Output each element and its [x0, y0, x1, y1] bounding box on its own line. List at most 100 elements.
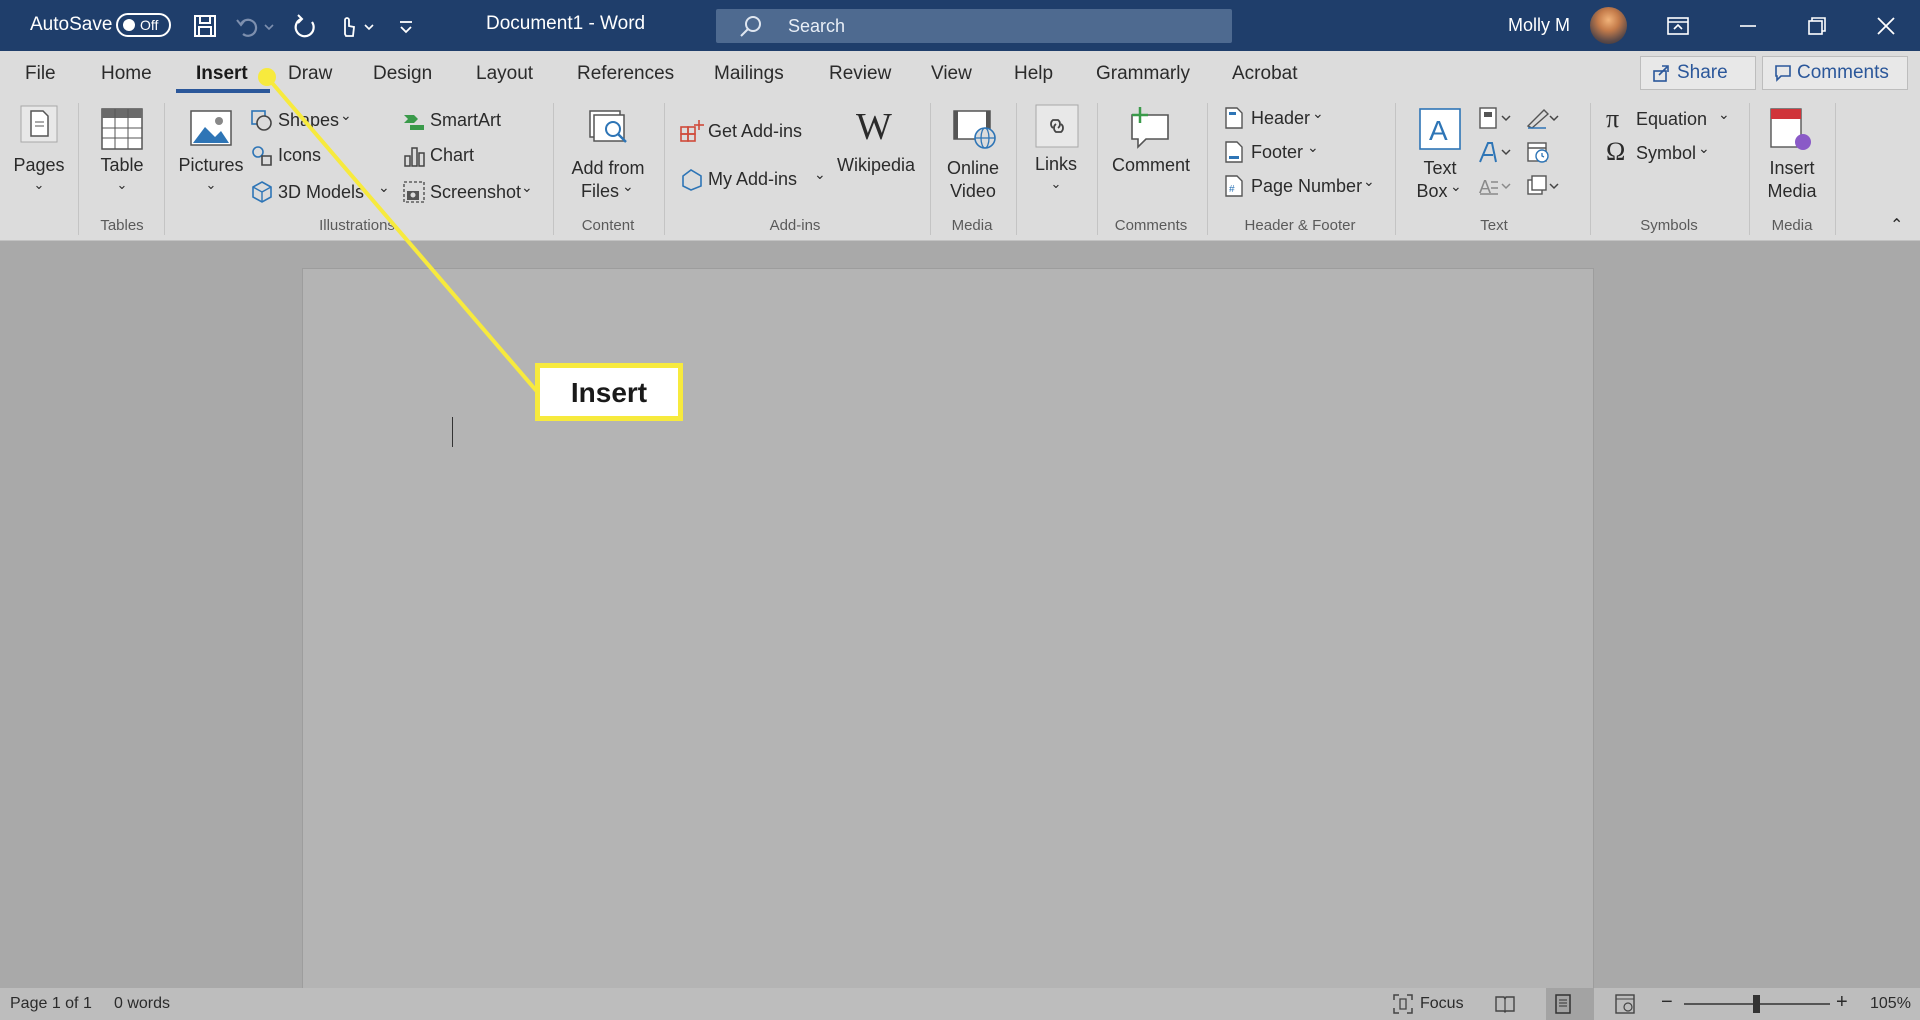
tab-design[interactable]: Design: [373, 63, 432, 85]
header-button[interactable]: Header: [1251, 108, 1310, 129]
page-number-button[interactable]: Page Number: [1251, 176, 1362, 197]
redo-icon[interactable]: [292, 12, 320, 40]
links-button[interactable]: Links: [1035, 154, 1077, 175]
shapes-dropdown-icon[interactable]: ⌄: [340, 107, 352, 124]
zoom-in-icon[interactable]: +: [1836, 991, 1848, 1014]
chart-button[interactable]: Chart: [430, 145, 474, 166]
tab-grammarly[interactable]: Grammarly: [1096, 63, 1190, 85]
pictures-dropdown-icon[interactable]: ⌄: [206, 177, 217, 193]
signature-line-icon[interactable]: [1526, 106, 1560, 130]
share-button[interactable]: Share: [1640, 56, 1756, 90]
tab-draw[interactable]: Draw: [288, 63, 332, 85]
table-dropdown-icon[interactable]: ⌄: [117, 177, 128, 193]
tab-file[interactable]: File: [25, 63, 56, 85]
read-mode-icon[interactable]: [1494, 993, 1516, 1015]
tab-view[interactable]: View: [931, 63, 972, 85]
screenshot-button[interactable]: Screenshot: [430, 182, 521, 203]
text-box-dropdown-icon[interactable]: ⌄: [1450, 178, 1462, 195]
comment-button[interactable]: Comment: [1112, 155, 1190, 176]
drop-cap-icon[interactable]: A: [1478, 174, 1512, 198]
tab-insert[interactable]: Insert: [196, 63, 248, 85]
touch-mode-icon[interactable]: [334, 12, 362, 40]
search-box[interactable]: Search: [716, 9, 1232, 43]
page-count[interactable]: Page 1 of 1: [10, 995, 92, 1013]
my-addins-button[interactable]: My Add-ins: [708, 169, 797, 190]
comment-icon[interactable]: [1126, 105, 1174, 151]
wikipedia-button[interactable]: Wikipedia: [837, 155, 915, 176]
page-number-dropdown-icon[interactable]: ⌄: [1363, 173, 1375, 190]
3d-models-button[interactable]: 3D Models: [278, 182, 364, 203]
equation-button[interactable]: Equation: [1636, 109, 1707, 130]
symbol-dropdown-icon[interactable]: ⌄: [1698, 140, 1710, 157]
table-icon[interactable]: [100, 107, 144, 151]
insert-media-icon[interactable]: [1765, 105, 1815, 155]
tab-references[interactable]: References: [577, 63, 674, 85]
online-video-label-2[interactable]: Video: [950, 181, 996, 202]
pictures-icon[interactable]: [189, 109, 233, 147]
footer-button[interactable]: Footer: [1251, 142, 1303, 163]
date-time-icon[interactable]: [1526, 140, 1552, 164]
comments-button[interactable]: Comments: [1762, 56, 1908, 90]
tab-help[interactable]: Help: [1014, 63, 1053, 85]
shapes-button[interactable]: Shapes: [278, 110, 339, 131]
add-from-files-label-1[interactable]: Add from: [571, 158, 644, 179]
object-icon[interactable]: [1526, 174, 1560, 198]
header-dropdown-icon[interactable]: ⌄: [1312, 105, 1324, 122]
text-box-label-1[interactable]: Text: [1423, 158, 1456, 179]
my-addins-dropdown-icon[interactable]: ⌄: [814, 166, 826, 183]
ribbon-display-options-icon[interactable]: [1664, 12, 1692, 40]
pages-dropdown-icon[interactable]: ⌄: [34, 177, 45, 193]
tab-home[interactable]: Home: [101, 63, 152, 85]
tab-mailings[interactable]: Mailings: [714, 63, 784, 85]
customize-qat-icon[interactable]: [392, 12, 420, 40]
smartart-button[interactable]: SmartArt: [430, 110, 501, 131]
undo-dropdown-icon[interactable]: [262, 12, 276, 40]
add-from-files-label-2[interactable]: Files: [581, 181, 619, 202]
get-addins-button[interactable]: Get Add-ins: [708, 121, 802, 142]
links-dropdown-icon[interactable]: ⌄: [1051, 176, 1062, 192]
print-layout-icon[interactable]: [1552, 993, 1574, 1015]
insert-media-label-2[interactable]: Media: [1767, 181, 1816, 202]
add-from-files-dropdown-icon[interactable]: ⌄: [622, 178, 634, 195]
save-icon[interactable]: [191, 12, 219, 40]
undo-icon[interactable]: [233, 12, 261, 40]
close-icon[interactable]: [1872, 12, 1900, 40]
web-layout-icon[interactable]: [1614, 993, 1636, 1015]
touch-dropdown-icon[interactable]: [362, 12, 376, 40]
symbol-button[interactable]: Symbol: [1636, 143, 1696, 164]
equation-dropdown-icon[interactable]: ⌄: [1718, 106, 1730, 123]
icons-button[interactable]: Icons: [278, 145, 321, 166]
wikipedia-icon[interactable]: W: [856, 105, 892, 149]
avatar[interactable]: [1590, 7, 1627, 44]
text-box-label-2[interactable]: Box: [1416, 181, 1447, 202]
user-name[interactable]: Molly M: [1508, 15, 1570, 36]
wordart-icon[interactable]: [1478, 140, 1512, 164]
collapse-ribbon-icon[interactable]: ⌃: [1890, 215, 1903, 235]
restore-icon[interactable]: [1803, 12, 1831, 40]
document-page[interactable]: [302, 268, 1594, 989]
pictures-button[interactable]: Pictures: [178, 155, 243, 176]
links-icon[interactable]: [1035, 104, 1079, 148]
3d-models-dropdown-icon[interactable]: ⌄: [378, 179, 390, 196]
online-video-label-1[interactable]: Online: [947, 158, 999, 179]
online-video-icon[interactable]: [952, 107, 998, 151]
screenshot-dropdown-icon[interactable]: ⌄: [521, 179, 533, 196]
add-from-files-icon[interactable]: [586, 105, 630, 149]
zoom-level[interactable]: 105%: [1870, 995, 1911, 1013]
quick-parts-icon[interactable]: [1478, 106, 1512, 130]
focus-button[interactable]: Focus: [1420, 995, 1464, 1013]
tab-layout[interactable]: Layout: [476, 63, 533, 85]
tab-acrobat[interactable]: Acrobat: [1232, 63, 1297, 85]
zoom-out-icon[interactable]: −: [1661, 991, 1673, 1014]
footer-dropdown-icon[interactable]: ⌄: [1307, 139, 1319, 156]
pages-button[interactable]: Pages: [13, 155, 64, 176]
autosave-toggle[interactable]: Off: [116, 13, 171, 37]
pages-icon[interactable]: [20, 105, 58, 143]
text-box-icon[interactable]: A: [1416, 105, 1464, 153]
insert-media-label-1[interactable]: Insert: [1769, 158, 1814, 179]
word-count[interactable]: 0 words: [114, 995, 170, 1013]
minimize-icon[interactable]: [1734, 12, 1762, 40]
zoom-slider-thumb[interactable]: [1753, 995, 1760, 1013]
tab-review[interactable]: Review: [829, 63, 891, 85]
table-button[interactable]: Table: [100, 155, 143, 176]
